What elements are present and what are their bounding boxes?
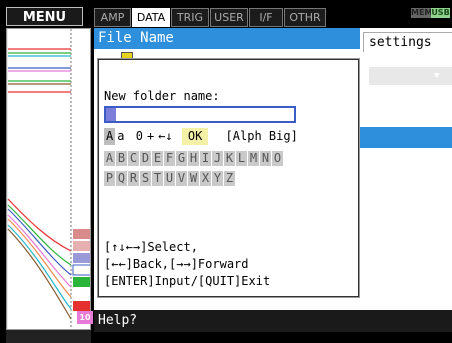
char-key[interactable]: Q bbox=[116, 171, 127, 186]
char-key[interactable]: J bbox=[212, 151, 223, 166]
char-key[interactable]: D bbox=[140, 151, 151, 166]
charset-row-2: PQRSTUVWXYZ bbox=[104, 170, 236, 187]
mode-symbols[interactable]: + bbox=[145, 128, 156, 145]
input-cursor bbox=[106, 108, 116, 121]
waveform-preview bbox=[6, 28, 91, 330]
char-key[interactable]: Y bbox=[212, 171, 223, 186]
status-bar: Help? bbox=[94, 310, 452, 332]
charset-row-1: ABCDEFGHIJKLMNO bbox=[104, 150, 284, 167]
menu-button[interactable]: MENU bbox=[6, 7, 83, 26]
help-enter-quit: [ENTER]Input/[QUIT]Exit bbox=[104, 274, 271, 288]
folder-name-input[interactable] bbox=[104, 106, 296, 123]
char-key[interactable]: C bbox=[128, 151, 139, 166]
tab-data[interactable]: DATA bbox=[132, 8, 170, 27]
char-key[interactable]: W bbox=[188, 171, 199, 186]
help-select: [↑↓←→]Select, bbox=[104, 240, 198, 254]
help-navigate: [←←]Back,[→→]Forward bbox=[104, 257, 249, 271]
char-key[interactable]: E bbox=[152, 151, 163, 166]
char-key[interactable]: U bbox=[164, 171, 175, 186]
ok-button[interactable]: OK bbox=[181, 128, 209, 145]
input-mode-status: [Alph Big] bbox=[225, 129, 298, 143]
char-key[interactable]: S bbox=[140, 171, 151, 186]
char-key[interactable]: G bbox=[176, 151, 187, 166]
settings-label[interactable]: settings bbox=[363, 32, 452, 52]
char-key[interactable]: V bbox=[176, 171, 187, 186]
char-key[interactable]: A bbox=[104, 151, 115, 166]
waveform-traces bbox=[7, 29, 90, 329]
char-key[interactable]: H bbox=[188, 151, 199, 166]
mode-uppercase[interactable]: A bbox=[104, 128, 116, 145]
char-key[interactable]: X bbox=[200, 171, 211, 186]
mem-badge: MEM bbox=[411, 8, 433, 18]
chevron-down-icon: ▼ bbox=[434, 71, 440, 81]
char-key[interactable]: T bbox=[152, 171, 163, 186]
dialog-prompt: New folder name: bbox=[104, 89, 220, 103]
char-key[interactable]: F bbox=[164, 151, 175, 166]
char-key[interactable]: L bbox=[236, 151, 247, 166]
tab-othr[interactable]: OTHR bbox=[284, 8, 326, 27]
input-mode-row: Aa 0 + ←↓ OK [Alph Big] bbox=[104, 128, 300, 145]
tab-if[interactable]: I/F bbox=[249, 8, 283, 27]
tab-user[interactable]: USER bbox=[210, 8, 248, 27]
usb-badge: USB bbox=[431, 8, 450, 18]
char-key[interactable]: O bbox=[272, 151, 283, 166]
left-panel-footer bbox=[6, 330, 91, 343]
char-key[interactable]: K bbox=[224, 151, 235, 166]
background-selected-row bbox=[360, 127, 452, 148]
mode-digits[interactable]: 0 bbox=[134, 128, 145, 145]
page-title: File Name bbox=[94, 28, 360, 49]
tab-amp[interactable]: AMP bbox=[94, 8, 131, 27]
channel-marker-10: 10 bbox=[77, 311, 93, 324]
char-key[interactable]: I bbox=[200, 151, 211, 166]
char-key[interactable]: P bbox=[104, 171, 115, 186]
tab-trig[interactable]: TRIG bbox=[171, 8, 209, 27]
char-key[interactable]: B bbox=[116, 151, 127, 166]
char-key[interactable]: M bbox=[248, 151, 259, 166]
background-dropdown bbox=[369, 67, 452, 85]
tab-bar: AMP DATA TRIG USER I/F OTHR bbox=[94, 8, 452, 27]
char-key[interactable]: R bbox=[128, 171, 139, 186]
char-key[interactable]: Z bbox=[224, 171, 235, 186]
mode-lowercase[interactable]: a bbox=[115, 128, 126, 145]
mode-arrows[interactable]: ←↓ bbox=[156, 128, 174, 145]
bottom-strip bbox=[94, 332, 452, 343]
char-key[interactable]: N bbox=[260, 151, 271, 166]
